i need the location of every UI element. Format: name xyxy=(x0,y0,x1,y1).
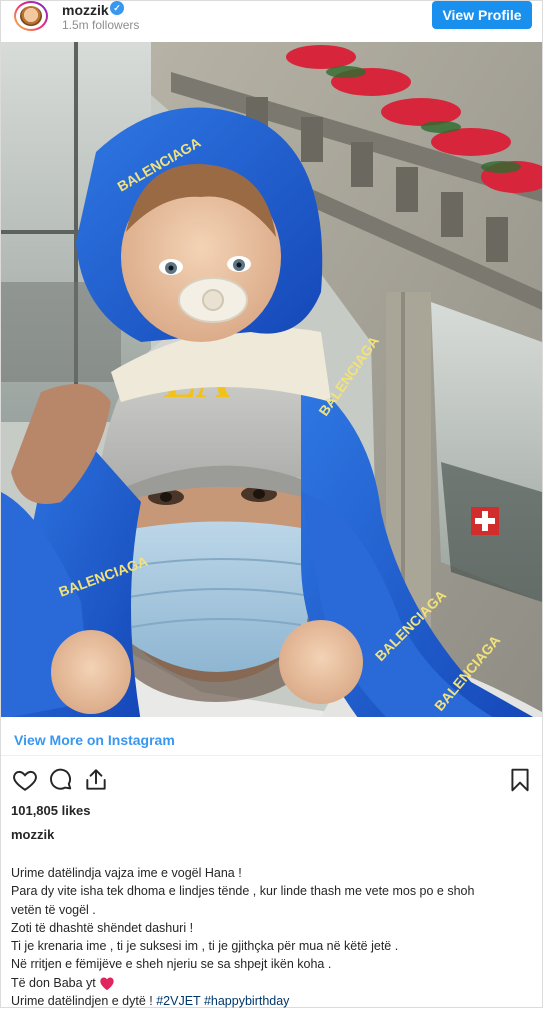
heart-icon xyxy=(13,770,37,791)
caption-line: Në rritjen e fëmijëve e sheh njeriu se s… xyxy=(11,957,332,972)
bookmark-icon xyxy=(511,768,529,792)
comment-icon xyxy=(50,768,72,790)
comment-button[interactable] xyxy=(48,767,74,795)
verified-badge-icon: ✓ xyxy=(110,1,124,15)
username-link[interactable]: mozzik xyxy=(62,2,109,18)
share-button[interactable] xyxy=(83,767,109,795)
save-button[interactable] xyxy=(507,767,533,795)
caption-line: Urime datëlindja vajza ime e vogël Hana … xyxy=(11,866,242,880)
caption: Urime datëlindja vajza ime e vogël Hana … xyxy=(11,864,536,1010)
instagram-embed: mozzik ✓ 1.5m followers View Profile BAL… xyxy=(0,0,543,1008)
photo-illustration: LA xyxy=(1,42,542,717)
hashtag-link[interactable]: #happybirthday xyxy=(204,994,289,1008)
view-more-link[interactable]: View More on Instagram xyxy=(14,732,175,748)
caption-text: Urime datëlindjen e dytë ! xyxy=(11,994,157,1009)
share-icon xyxy=(86,769,106,790)
like-count: 101,805 likes xyxy=(11,803,91,818)
hashtag-link[interactable]: #2VJET xyxy=(156,994,200,1008)
caption-line-with-heart: Të don Baba yt xyxy=(11,974,536,992)
caption-line: vetën të vogël . xyxy=(11,902,96,917)
caption-username[interactable]: mozzik xyxy=(11,827,54,842)
avatar[interactable] xyxy=(14,1,48,31)
red-heart-icon xyxy=(100,977,114,991)
post-header: mozzik ✓ 1.5m followers View Profile xyxy=(1,1,542,41)
view-profile-button[interactable]: View Profile xyxy=(432,1,532,29)
follower-count: 1.5m followers xyxy=(62,18,140,32)
caption-line: Ti je krenaria ime , ti je suksesi im , … xyxy=(11,939,399,954)
avatar-image xyxy=(20,6,42,26)
like-button[interactable] xyxy=(12,767,38,795)
divider xyxy=(1,755,542,756)
caption-line: Të don Baba yt xyxy=(11,975,96,990)
caption-line: Para dy vite isha tek dhoma e lindjes të… xyxy=(11,884,475,899)
caption-line: Zoti të dhashtë shëndet dashuri ! xyxy=(11,920,194,935)
post-photo[interactable]: LA xyxy=(1,42,542,717)
caption-line-hashtags: Urime datëlindjen e dytë ! #2VJET #happy… xyxy=(11,992,536,1010)
